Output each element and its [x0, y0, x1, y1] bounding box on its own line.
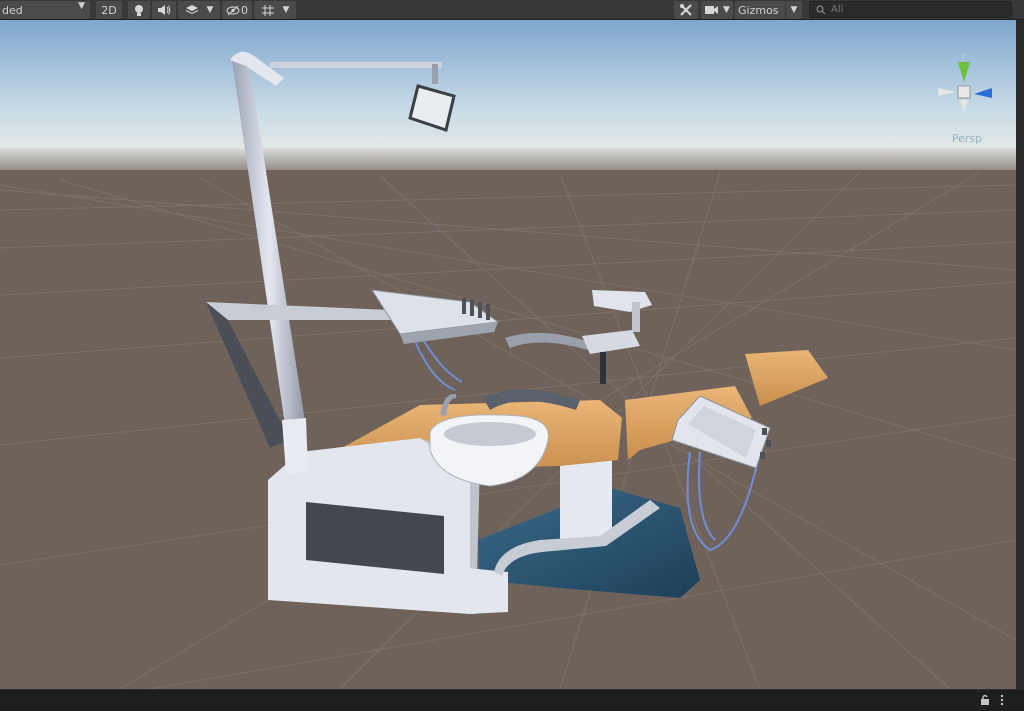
projection-label[interactable]: Persp [930, 132, 1004, 145]
chair-column [560, 460, 612, 542]
axis-y-label: y [961, 51, 966, 60]
caret-down-icon: ▼ [78, 1, 85, 11]
neg-y-axis-cone[interactable] [960, 100, 968, 112]
hidden-objects-toggle[interactable]: 0 [222, 1, 252, 19]
lighting-toggle-button[interactable] [128, 1, 150, 19]
scene-toolbar: ded ▼ 2D ▼ 0 ▼ ▼ Gizmos ▼ All [0, 0, 1024, 20]
spittoon-basin [444, 422, 536, 446]
draw-mode-dropdown[interactable]: ded ▼ [0, 1, 90, 19]
audio-toggle-button[interactable] [152, 1, 176, 19]
hidden-count: 0 [241, 3, 248, 17]
z-axis-cone[interactable] [974, 88, 992, 98]
kebab-menu-icon[interactable] [1000, 694, 1004, 709]
scene-viewport[interactable]: y x Persp [0, 20, 1016, 689]
x-axis-cone[interactable] [938, 88, 956, 96]
2d-label: 2D [101, 3, 117, 17]
camera-icon [704, 5, 719, 15]
search-icon [816, 0, 826, 19]
grid-icon [261, 4, 275, 17]
viewport-scrollbar[interactable] [1016, 20, 1024, 689]
caret-down-icon: ▼ [206, 5, 214, 15]
search-input[interactable] [831, 4, 1001, 15]
caret-down-icon: ▼ [282, 5, 290, 15]
layers-icon [185, 4, 199, 16]
camera-dropdown[interactable]: ▼ [701, 1, 733, 19]
scene-render [0, 20, 1016, 689]
orientation-gizmo[interactable]: y x [930, 50, 1004, 124]
caret-down-icon: ▼ [790, 5, 798, 15]
tools-button[interactable] [674, 1, 698, 19]
lamp-stem [432, 64, 438, 84]
caret-down-icon: ▼ [723, 5, 730, 15]
lightbulb-icon [133, 4, 145, 17]
speaker-icon [157, 4, 171, 16]
y-axis-cone[interactable] [958, 62, 970, 82]
status-bar [0, 689, 1024, 711]
headrest-stem [600, 352, 606, 384]
tools-icon [679, 3, 693, 17]
lock-icon[interactable] [980, 694, 990, 709]
gizmo-center-cube[interactable] [957, 85, 971, 99]
draw-mode-label: ded [2, 3, 23, 17]
scene-search[interactable] [809, 1, 1012, 18]
gizmos-label: Gizmos [738, 3, 779, 17]
effects-dropdown[interactable]: ▼ [178, 1, 220, 19]
lamp-arm [270, 62, 442, 68]
grid-dropdown[interactable]: ▼ [254, 1, 296, 19]
gizmos-button[interactable]: Gizmos [735, 1, 785, 19]
axis-x-label: x [996, 90, 1001, 99]
headrest-post [632, 302, 640, 332]
pole-base [282, 418, 308, 474]
eye-slash-icon [226, 5, 240, 16]
gizmos-dropdown[interactable]: ▼ [786, 1, 802, 19]
sky [0, 20, 1016, 150]
2d-toggle-button[interactable]: 2D [96, 1, 122, 19]
